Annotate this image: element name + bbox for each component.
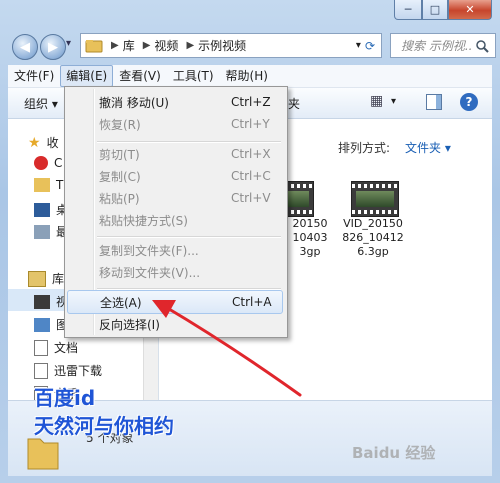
- watermark-line1: 百度id: [34, 386, 96, 410]
- watermark-line2: 天然河与你相约: [34, 414, 174, 438]
- baidu-watermark: Baidu 经验: [352, 444, 436, 462]
